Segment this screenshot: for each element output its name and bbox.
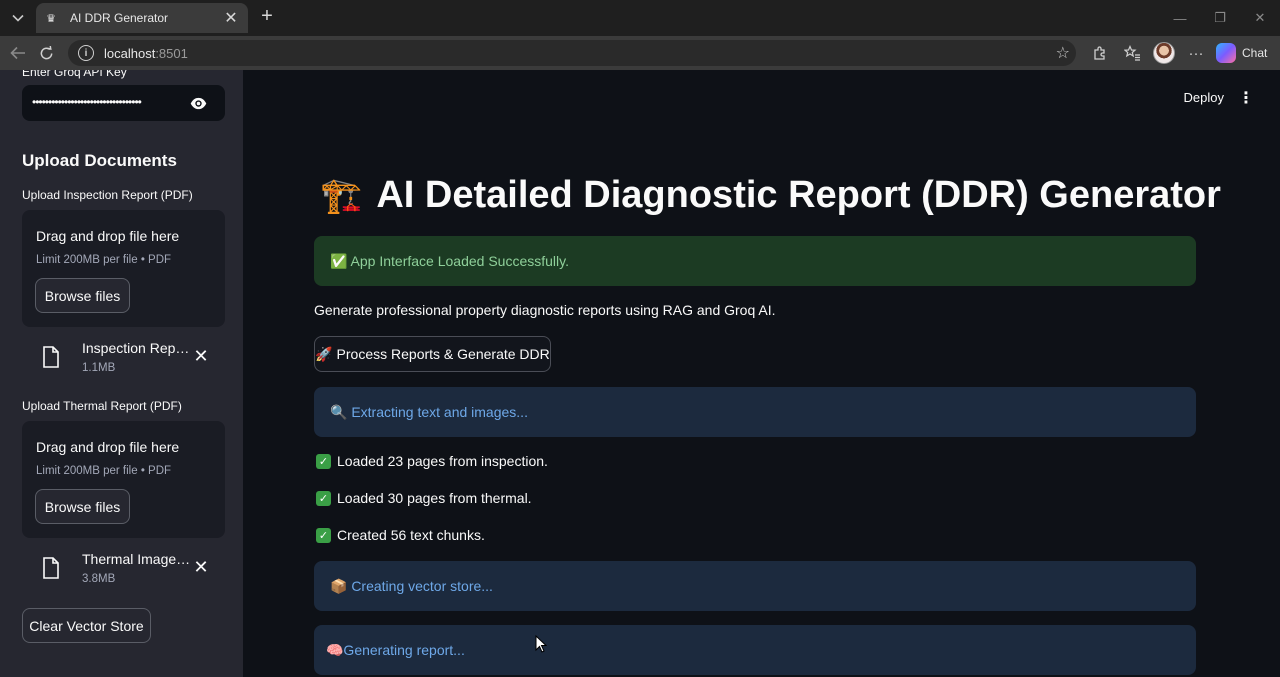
page-title-text: AI Detailed Diagnostic Report (DDR) Gene… — [376, 174, 1221, 216]
remove-file-icon[interactable]: ✕ — [192, 557, 210, 578]
streamlit-crown-icon: ♛ — [46, 12, 56, 25]
check-mark-icon: ✓ — [316, 453, 331, 469]
dropzone-limit: Limit 200MB per file • PDF — [36, 465, 172, 477]
file-name: Inspection Report.pdf — [82, 340, 194, 356]
page-title: 🏗️ AI Detailed Diagnostic Report (DDR) G… — [320, 174, 1221, 217]
extracting-info-alert: 🔍 Extracting text and images... — [314, 387, 1196, 437]
construction-crane-icon: 🏗️ — [320, 176, 363, 215]
inspection-upload-label: Upload Inspection Report (PDF) — [22, 188, 193, 202]
inspection-browse-button[interactable]: Browse files — [35, 278, 130, 313]
tab-title: AI DDR Generator — [70, 11, 169, 25]
back-arrow-icon[interactable] — [4, 39, 32, 67]
app-description: Generate professional property diagnosti… — [314, 302, 776, 318]
window-controls: — ❐ ✕ — [1160, 0, 1280, 36]
minimize-icon[interactable]: — — [1160, 0, 1200, 36]
file-name: Thermal Images.pdf — [82, 551, 194, 567]
show-password-eye-icon[interactable] — [190, 95, 207, 112]
mouse-cursor-icon — [535, 635, 547, 653]
new-tab-plus-icon[interactable]: + — [256, 6, 278, 28]
inspection-file-item: Inspection Report.pdf 1.1MB ✕ — [22, 340, 225, 384]
file-size: 3.8MB — [82, 573, 116, 585]
log-line-thermal: ✓ Loaded 30 pages from thermal. — [316, 490, 532, 506]
dropzone-title: Drag and drop file here — [36, 439, 180, 455]
file-icon — [43, 557, 59, 579]
api-key-input[interactable]: •••••••••••••••••••••••••••••••••• — [22, 85, 225, 121]
thermal-browse-button[interactable]: Browse files — [35, 489, 130, 524]
browser-tab[interactable]: ♛ AI DDR Generator ✕ — [36, 3, 248, 33]
copilot-chat-button[interactable]: Chat — [1216, 43, 1267, 63]
inspection-dropzone[interactable]: Drag and drop file here Limit 200MB per … — [22, 210, 225, 327]
thermal-upload-label: Upload Thermal Report (PDF) — [22, 399, 182, 413]
deploy-button[interactable]: Deploy — [1184, 90, 1224, 105]
file-size: 1.1MB — [82, 362, 116, 374]
tab-close-icon[interactable]: ✕ — [222, 8, 240, 28]
dropzone-title: Drag and drop file here — [36, 228, 180, 244]
favorite-star-icon[interactable]: ☆ — [1056, 43, 1070, 63]
log-line-chunks: ✓ Created 56 text chunks. — [316, 527, 485, 543]
thermal-file-item: Thermal Images.pdf 3.8MB ✕ — [22, 551, 225, 595]
extensions-puzzle-icon[interactable] — [1084, 40, 1116, 66]
process-reports-button[interactable]: 🚀 Process Reports & Generate DDR — [314, 336, 551, 372]
check-mark-icon: ✓ — [316, 490, 331, 506]
close-window-icon[interactable]: ✕ — [1240, 0, 1280, 36]
sidebar: Enter Groq API Key •••••••••••••••••••••… — [0, 70, 243, 677]
clear-vector-store-button[interactable]: Clear Vector Store — [22, 608, 151, 643]
site-info-icon[interactable]: i — [78, 45, 94, 61]
restore-icon[interactable]: ❐ — [1200, 0, 1240, 36]
tab-list-chevron-icon[interactable] — [4, 4, 32, 32]
main-content: Deploy ⋮ 🏗️ AI Detailed Diagnostic Repor… — [243, 70, 1280, 677]
check-mark-icon: ✓ — [316, 527, 331, 543]
remove-file-icon[interactable]: ✕ — [192, 346, 210, 367]
generating-info-alert: 🧠Generating report... — [314, 625, 1196, 675]
url-input[interactable]: i localhost:8501 ☆ — [68, 40, 1076, 66]
address-bar: i localhost:8501 ☆ ··· Chat — [0, 36, 1280, 70]
reload-icon[interactable] — [32, 39, 60, 67]
more-options-icon[interactable]: ··· — [1180, 40, 1212, 66]
favorites-list-icon[interactable] — [1116, 40, 1148, 66]
api-key-label: Enter Groq API Key — [22, 70, 127, 79]
upload-documents-heading: Upload Documents — [22, 151, 177, 170]
main-menu-kebab-icon[interactable]: ⋮ — [1238, 88, 1254, 108]
vector-store-info-alert: 📦 Creating vector store... — [314, 561, 1196, 611]
dropzone-limit: Limit 200MB per file • PDF — [36, 254, 172, 266]
url-text: localhost:8501 — [104, 45, 188, 61]
browser-tab-bar: ♛ AI DDR Generator ✕ + — ❐ ✕ — [0, 0, 1280, 36]
file-icon — [43, 346, 59, 368]
copilot-label: Chat — [1242, 46, 1268, 60]
api-key-value: •••••••••••••••••••••••••••••••••• — [32, 95, 142, 109]
success-alert: ✅ App Interface Loaded Successfully. — [314, 236, 1196, 286]
copilot-icon — [1216, 43, 1236, 63]
log-line-inspection: ✓ Loaded 23 pages from inspection. — [316, 453, 548, 469]
thermal-dropzone[interactable]: Drag and drop file here Limit 200MB per … — [22, 421, 225, 538]
profile-avatar[interactable] — [1148, 40, 1180, 66]
